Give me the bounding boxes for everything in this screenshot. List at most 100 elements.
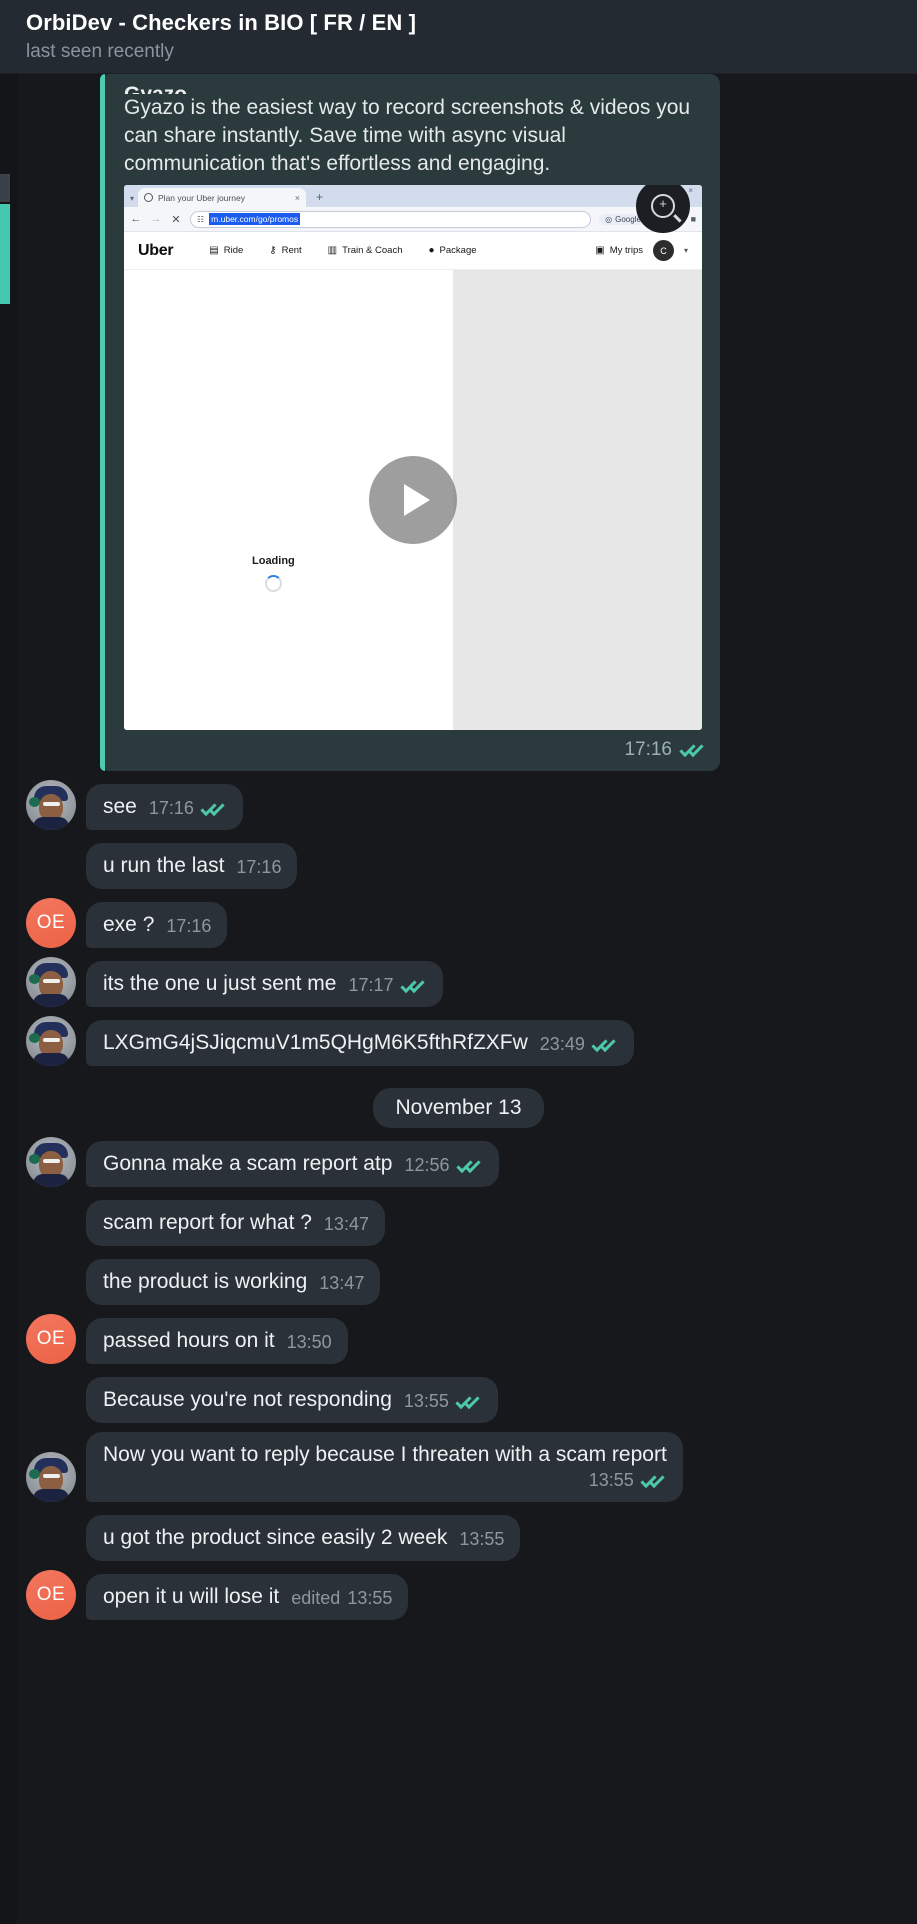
edited-label: edited (291, 1588, 341, 1608)
message-meta: 13:47 (319, 1273, 364, 1295)
play-icon (404, 484, 430, 516)
avatar[interactable] (26, 957, 76, 1007)
telegram-chat-window: OrbiDev - Checkers in BIO [ FR / EN ] la… (0, 0, 917, 1924)
message-row[interactable]: u run the last 17:16 (0, 839, 917, 889)
read-receipt-double-check-icon (200, 799, 227, 817)
lens-icon: ◎ (605, 214, 613, 224)
uber-nav-right: ▣ My trips C ▾ (595, 240, 688, 261)
favicon-icon (144, 193, 154, 202)
new-tab-icon[interactable]: + (316, 190, 323, 207)
message-timestamp: 13:50 (286, 1332, 332, 1352)
message-scroll-area[interactable]: Gyazo Gyazo is the easiest way to record… (0, 74, 917, 1924)
message-meta: 23:49 (540, 1034, 618, 1056)
message-bubble[interactable]: its the one u just sent me 17:17 (86, 961, 443, 1007)
uber-nav-ride-label: Ride (223, 245, 244, 256)
message-bubble[interactable]: exe ? 17:16 (86, 902, 228, 948)
message-bubble[interactable]: LXGmG4jSJiqcmuV1m5QHgM6K5fthRfZXFw 23:49 (86, 1020, 634, 1066)
avatar[interactable] (26, 1016, 76, 1066)
message-bubble[interactable]: Now you want to reply because I threaten… (86, 1432, 683, 1502)
forward-icon[interactable]: → (150, 213, 162, 225)
preview-message-meta: 17:16 (114, 739, 708, 761)
message-bubble[interactable]: u run the last 17:16 (86, 843, 298, 889)
stage-right-panel (453, 270, 702, 730)
chevron-down-icon[interactable]: ▾ (684, 246, 688, 255)
close-tab-icon[interactable]: × (295, 193, 300, 203)
extensions-icon[interactable]: ■ (691, 214, 696, 224)
message-bubble[interactable]: Because you're not responding 13:55 (86, 1377, 498, 1423)
chat-header[interactable]: OrbiDev - Checkers in BIO [ FR / EN ] la… (0, 0, 917, 74)
uber-nav-train[interactable]: ▥ Train & Coach (328, 245, 403, 256)
date-separator-label: November 13 (373, 1088, 544, 1128)
avatar[interactable]: OE (26, 1314, 76, 1364)
preview-accent-bar (100, 74, 105, 771)
address-bar[interactable]: ☷ m.uber.com/go/promos (190, 210, 592, 228)
message-text: u got the product since easily 2 week (103, 1526, 448, 1549)
uber-nav-package[interactable]: ● Package (429, 245, 477, 256)
avatar[interactable] (26, 1452, 76, 1502)
message-bubble[interactable]: see 17:16 (86, 784, 243, 830)
message-row[interactable]: Now you want to reply because I threaten… (0, 1432, 917, 1502)
message-text: Gonna make a scam report atp (103, 1152, 393, 1175)
car-icon: ▤ (209, 245, 219, 256)
message-row[interactable]: OE exe ? 17:16 (0, 898, 917, 948)
avatar[interactable]: OE (26, 1570, 76, 1620)
message-row[interactable]: scam report for what ? 13:47 (0, 1196, 917, 1246)
message-row[interactable]: u got the product since easily 2 week 13… (0, 1511, 917, 1561)
preview-site-title: Gyazo (124, 82, 708, 94)
message-row[interactable]: OE passed hours on it 13:50 (0, 1314, 917, 1364)
message-meta: 13:50 (287, 1332, 332, 1354)
message-timestamp: 13:47 (323, 1214, 369, 1234)
site-info-icon[interactable]: ☷ (197, 215, 204, 224)
package-icon: ● (428, 245, 435, 256)
preview-description: Gyazo is the easiest way to record scree… (124, 96, 691, 175)
message-row[interactable]: LXGmG4jSJiqcmuV1m5QHgM6K5fthRfZXFw 23:49 (0, 1016, 917, 1066)
message-timestamp: 13:55 (588, 1470, 634, 1490)
uber-logo[interactable]: Uber (138, 242, 174, 260)
loading-indicator: Loading (252, 555, 295, 592)
message-row[interactable]: Because you're not responding 13:55 (0, 1373, 917, 1423)
uber-my-trips-label: My trips (609, 245, 643, 256)
message-bubble[interactable]: u got the product since easily 2 week 13… (86, 1515, 521, 1561)
message-bubble[interactable]: open it u will lose it edited 13:55 (86, 1574, 409, 1620)
uber-my-trips[interactable]: ▣ My trips (595, 245, 643, 256)
message-timestamp: 23:49 (539, 1034, 585, 1054)
message-meta: 12:56 (404, 1155, 482, 1177)
message-row[interactable]: OE open it u will lose it edited 13:55 (0, 1570, 917, 1620)
link-preview-message[interactable]: Gyazo Gyazo is the easiest way to record… (100, 74, 720, 771)
message-meta: edited 13:55 (291, 1588, 392, 1610)
stop-icon[interactable]: ✕ (170, 213, 182, 226)
browser-tab[interactable]: Plan your Uber journey × (138, 188, 307, 207)
browser-tab-title: Plan your Uber journey (158, 192, 245, 203)
avatar[interactable]: C (652, 240, 674, 261)
message-bubble[interactable]: Gonna make a scam report atp 12:56 (86, 1141, 499, 1187)
message-bubble[interactable]: scam report for what ? 13:47 (86, 1200, 385, 1246)
trips-icon: ▣ (595, 245, 605, 256)
read-receipt-double-check-icon (591, 1035, 618, 1053)
message-meta: 17:17 (348, 975, 426, 997)
embedded-browser-screenshot[interactable]: ▾ Plan your Uber journey × + −□× ← → ✕ (124, 185, 702, 730)
uber-nav-rent-label: Rent (281, 245, 302, 256)
read-receipt-double-check-icon (679, 740, 706, 758)
avatar[interactable]: OE (26, 898, 76, 948)
chat-status: last seen recently (26, 41, 174, 62)
avatar[interactable] (26, 1137, 76, 1187)
read-receipt-double-check-icon (455, 1156, 483, 1174)
message-row[interactable]: the product is working 13:47 (0, 1255, 917, 1305)
message-text: open it u will lose it (103, 1585, 280, 1608)
uber-nav-ride[interactable]: ▤ Ride (209, 245, 243, 256)
tab-list-chevron-icon[interactable]: ▾ (128, 194, 138, 207)
message-meta: 17:16 (166, 916, 211, 938)
message-row[interactable]: Gonna make a scam report atp 12:56 (0, 1137, 917, 1187)
message-row[interactable]: see 17:16 (0, 780, 917, 830)
back-icon[interactable]: ← (130, 213, 142, 225)
message-row[interactable]: its the one u just sent me 17:17 (0, 957, 917, 1007)
message-meta: 13:55 (459, 1529, 504, 1551)
message-bubble[interactable]: the product is working 13:47 (86, 1259, 381, 1305)
message-meta: 13:55 (404, 1391, 482, 1413)
play-button[interactable] (369, 456, 457, 544)
uber-nav-rent[interactable]: ⚷ Rent (269, 245, 301, 256)
uber-nav-train-label: Train & Coach (342, 245, 403, 256)
message-meta: 17:16 (236, 857, 281, 879)
avatar[interactable] (26, 780, 76, 830)
message-bubble[interactable]: passed hours on it 13:50 (86, 1318, 348, 1364)
